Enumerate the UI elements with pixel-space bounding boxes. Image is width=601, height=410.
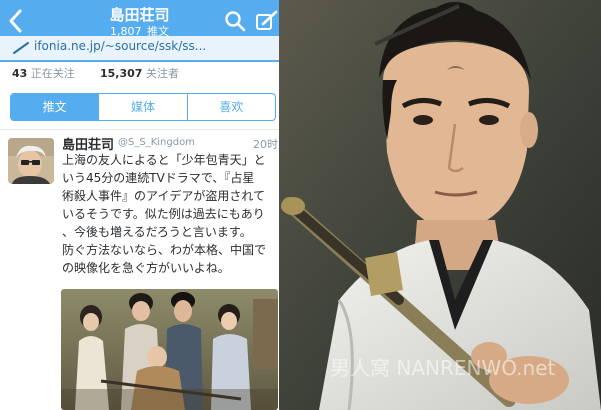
- followers-label: 关注者: [145, 67, 179, 80]
- avatar[interactable]: [8, 138, 54, 184]
- tweet-text: 上海の友人によると「少年包青天」と いう45分の連続TVドラマで、『占星 術殺人…: [62, 151, 279, 277]
- tweet-text-line: 上海の友人によると「少年包青天」と: [62, 153, 266, 167]
- link-icon: [12, 40, 30, 54]
- search-button[interactable]: [224, 10, 246, 32]
- tweet-text-line: 防ぐ方法ないなら、わが本格、中国で: [62, 243, 267, 257]
- profile-url-link[interactable]: ifonia.ne.jp/~source/ssk/ss...: [34, 39, 206, 53]
- tweet-photo[interactable]: [61, 289, 278, 410]
- profile-stats: 43 正在关注 15,307 关注者: [0, 62, 279, 86]
- tweet-timestamp: 20时: [253, 138, 278, 151]
- search-icon: [225, 11, 246, 32]
- tab-media[interactable]: 媒体: [98, 94, 186, 120]
- following-label: 正在关注: [30, 67, 75, 80]
- followers-count: 15,307: [100, 67, 143, 80]
- profile-tabs: 推文 媒体 喜欢: [10, 93, 276, 121]
- tweet-text-line: いう45分の連続TVドラマで、『占星: [62, 171, 255, 185]
- watermark: 男人窝 NANRENWO.net: [330, 356, 556, 380]
- tweet-text-line: 、今後も増えるだろうと言います。: [62, 225, 252, 239]
- compose-button[interactable]: [255, 10, 279, 32]
- tweet-author-handle[interactable]: @S_S_Kingdom: [118, 137, 195, 148]
- divider: [0, 129, 279, 130]
- following-count: 43: [12, 67, 28, 80]
- drama-still-photo: [279, 0, 601, 410]
- following-stat[interactable]: 43 正在关注: [12, 65, 75, 81]
- compose-icon: [256, 10, 278, 30]
- tweet-text-line: 術殺人事件』のアイデアが盗用されて: [62, 189, 266, 203]
- tab-tweets[interactable]: 推文: [11, 94, 99, 120]
- tweet-text-line: いるそうです。似た例は過去にもあり: [62, 207, 265, 221]
- followers-stat[interactable]: 15,307 关注者: [100, 65, 179, 81]
- twitter-profile-screenshot: 島田荘司 1,807 推文 ifonia.ne.jp/~source/ssk/s…: [0, 0, 279, 410]
- tweet-text-line: の映像化を急ぐ方がいいよね。: [62, 261, 230, 275]
- tab-likes[interactable]: 喜欢: [186, 94, 275, 120]
